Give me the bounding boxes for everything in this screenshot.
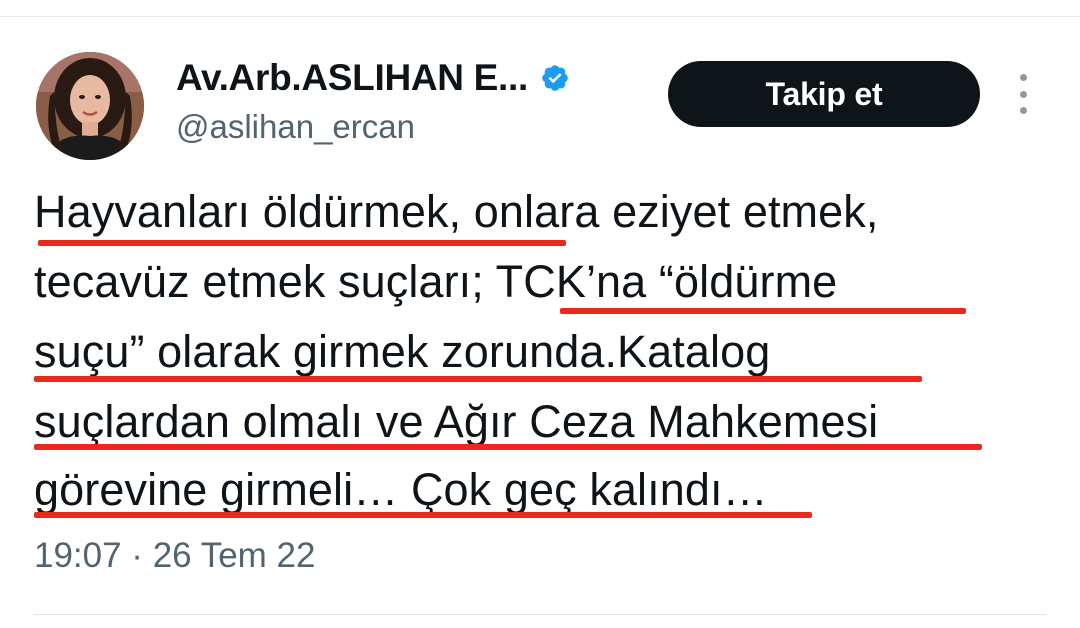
- tweet-line: tecavüz etmek suçları; TCK’na “öldürme: [34, 256, 838, 307]
- tweet-line: görevine girmeli… Çok geç kalındı…: [34, 464, 768, 515]
- more-dot: [1019, 107, 1027, 114]
- highlight-underline: [34, 512, 812, 518]
- highlight-underline: [34, 444, 982, 450]
- tweet-line: suçlardan olmalı ve Ağır Ceza Mahkemesi: [34, 396, 879, 447]
- highlight-underline: [560, 308, 966, 314]
- author-name-row[interactable]: Av.Arb.ASLIHAN E...: [176, 56, 570, 100]
- top-divider: [0, 16, 1080, 17]
- bottom-divider: [34, 614, 1046, 615]
- more-dot: [1019, 90, 1027, 98]
- highlight-underline: [38, 240, 566, 246]
- avatar-image: [36, 52, 144, 160]
- more-vertical-icon[interactable]: [1010, 74, 1036, 114]
- highlight-underline: [34, 376, 922, 382]
- verified-badge-icon: [540, 63, 570, 93]
- tweet-line: Hayvanları öldürmek, onlara eziyet etmek…: [34, 186, 879, 237]
- tweet-line: suçu” olarak girmek zorunda.Katalog: [34, 326, 771, 377]
- tweet-timestamp[interactable]: 19:07 · 26 Tem 22: [34, 536, 316, 576]
- follow-button[interactable]: Takip et: [668, 61, 980, 127]
- tweet-card: Av.Arb.ASLIHAN E... @aslihan_ercan Takip…: [0, 0, 1080, 628]
- author-display-name[interactable]: Av.Arb.ASLIHAN E...: [176, 57, 528, 99]
- more-dot: [1019, 74, 1027, 81]
- avatar[interactable]: [36, 52, 144, 160]
- author-handle[interactable]: @aslihan_ercan: [176, 108, 415, 146]
